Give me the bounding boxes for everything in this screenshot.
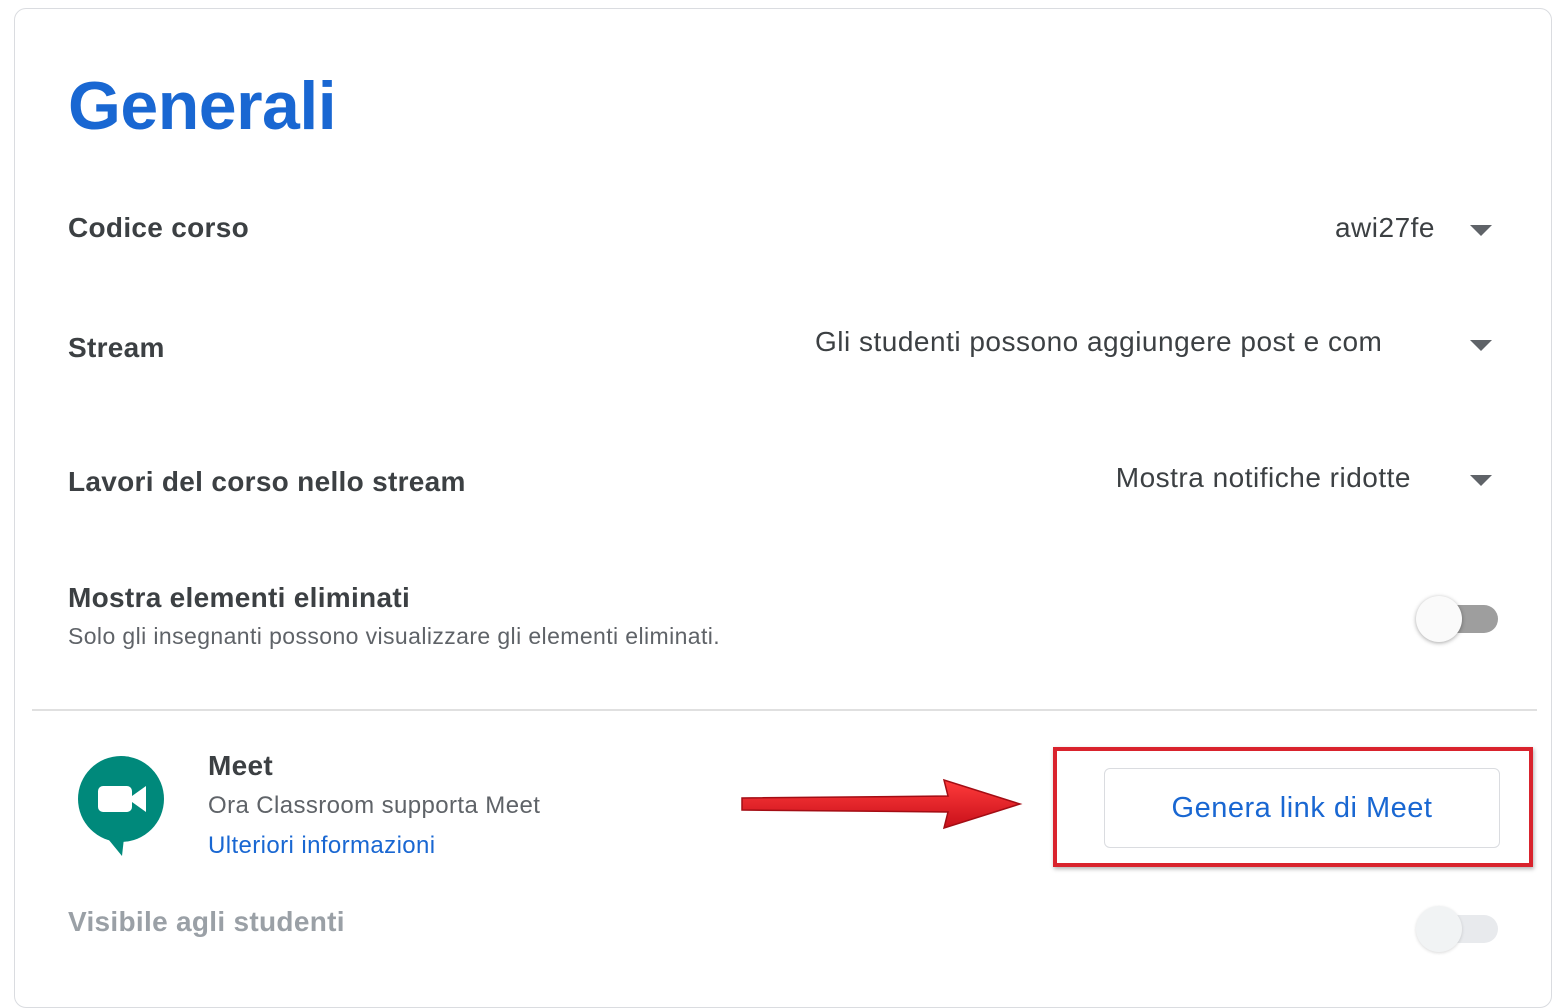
show-deleted-description: Solo gli insegnanti possono visualizzare… [68, 623, 721, 649]
stream-select[interactable]: Gli studenti possono aggiungere post e c… [815, 326, 1435, 358]
caret-down-icon[interactable] [1470, 475, 1492, 486]
meet-title: Meet [208, 750, 273, 781]
learn-more-link[interactable]: Ulteriori informazioni [208, 832, 436, 860]
visible-to-students-toggle[interactable] [1416, 902, 1500, 952]
toggle-thumb [1416, 596, 1462, 642]
classwork-stream-label: Lavori del corso nello stream [68, 466, 466, 497]
course-code-label: Codice corso [68, 212, 249, 243]
section-divider [32, 709, 1537, 711]
generate-meet-link-button[interactable]: Genera link di Meet [1104, 768, 1500, 848]
show-deleted-label: Mostra elementi eliminati [68, 582, 411, 613]
course-code-value[interactable]: awi27fe [1335, 212, 1435, 244]
google-meet-logo-icon [78, 756, 164, 856]
visible-to-students-label: Visibile agli studenti [68, 906, 345, 937]
toggle-thumb [1416, 906, 1462, 952]
show-deleted-toggle[interactable] [1416, 592, 1500, 642]
caret-down-icon[interactable] [1470, 225, 1492, 236]
red-arrow-annotation [741, 778, 1023, 830]
meet-subtitle: Ora Classroom supporta Meet [208, 792, 541, 819]
page-title: Generali [68, 68, 337, 144]
classwork-stream-select[interactable]: Mostra notifiche ridotte [1116, 462, 1411, 494]
stream-label: Stream [68, 332, 165, 363]
caret-down-icon[interactable] [1470, 340, 1492, 351]
